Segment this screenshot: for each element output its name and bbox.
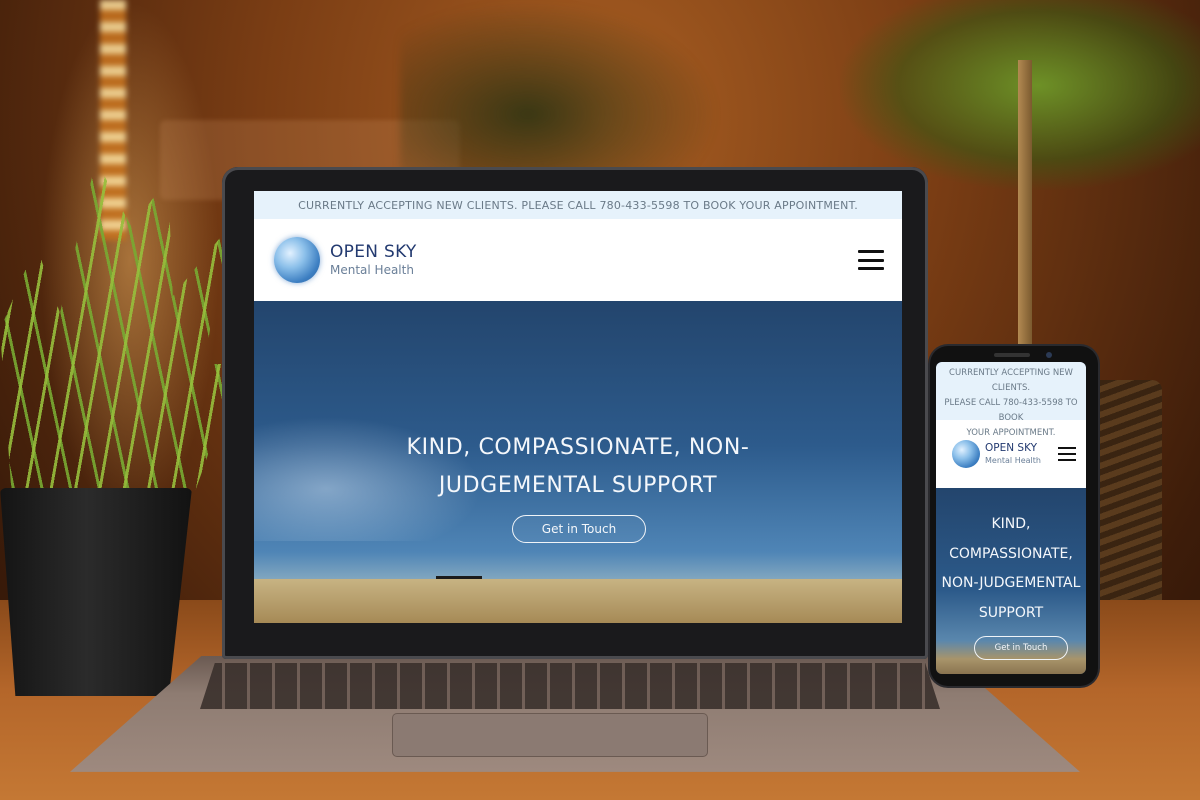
black-plant-pot — [0, 488, 192, 696]
announcement-banner: CURRENTLY ACCEPTING NEW CLIENTS. PLEASE … — [254, 191, 902, 219]
brand-name[interactable]: OPEN SKY Mental Health — [330, 242, 417, 278]
hero-heading-line: SUPPORT — [978, 604, 1044, 621]
brand-subtitle: Mental Health — [330, 263, 414, 277]
menu-bar — [1058, 453, 1076, 455]
field — [254, 579, 902, 623]
phone-camera — [1046, 352, 1052, 358]
banner-line: CURRENTLY ACCEPTING NEW CLIENTS. — [949, 368, 1073, 393]
hero-heading-line: KIND, — [991, 516, 1031, 532]
laptop-screen: CURRENTLY ACCEPTING NEW CLIENTS. PLEASE … — [254, 191, 902, 623]
globe-logo-icon[interactable] — [952, 440, 980, 468]
laptop-keyboard — [200, 663, 940, 709]
hero-heading-line: NON-JUDGEMENTAL — [941, 575, 1081, 591]
brand-title: OPEN SKY — [330, 242, 417, 262]
mobile-hero-heading: KIND, COMPASSIONATE, NON-JUDGEMENTAL SUP… — [936, 510, 1086, 628]
mobile-announcement-banner: CURRENTLY ACCEPTING NEW CLIENTS. PLEASE … — [936, 362, 1086, 438]
mobile-brand-name[interactable]: OPEN SKY Mental Health — [985, 442, 1041, 466]
photo-scene: CURRENTLY ACCEPTING NEW CLIENTS. PLEASE … — [0, 0, 1200, 800]
background-plant — [400, 0, 720, 190]
globe-logo-icon[interactable] — [274, 237, 320, 283]
mobile-get-in-touch-button[interactable]: Get in Touch — [974, 636, 1068, 660]
menu-bar — [1058, 447, 1076, 449]
hero-heading: KIND, COMPASSIONATE, NON- JUDGEMENTAL SU… — [254, 429, 902, 505]
phone-screen: CURRENTLY ACCEPTING NEW CLIENTS. PLEASE … — [936, 362, 1086, 674]
hamburger-menu-icon[interactable] — [1058, 447, 1076, 461]
menu-bar — [1058, 459, 1076, 461]
ficus-trunk — [1018, 60, 1032, 390]
menu-bar — [858, 267, 884, 270]
brand-title: OPEN SKY — [985, 442, 1038, 454]
hero-heading-line: COMPASSIONATE, — [949, 545, 1073, 562]
mobile-hero-section: KIND, COMPASSIONATE, NON-JUDGEMENTAL SUP… — [936, 488, 1086, 674]
site-header: OPEN SKY Mental Health — [254, 219, 902, 301]
hero-heading-line: JUDGEMENTAL SUPPORT — [438, 473, 718, 498]
brand-subtitle: Mental Health — [985, 456, 1041, 465]
hamburger-menu-icon[interactable] — [858, 250, 884, 270]
phone-speaker — [994, 353, 1030, 357]
get-in-touch-button[interactable]: Get in Touch — [512, 515, 646, 543]
menu-bar — [858, 250, 884, 253]
laptop-trackpad — [393, 714, 707, 756]
hero-section: KIND, COMPASSIONATE, NON- JUDGEMENTAL SU… — [254, 301, 902, 623]
hero-heading-line: KIND, COMPASSIONATE, NON- — [406, 435, 750, 460]
menu-bar — [858, 258, 884, 262]
picnic-table — [436, 576, 482, 589]
